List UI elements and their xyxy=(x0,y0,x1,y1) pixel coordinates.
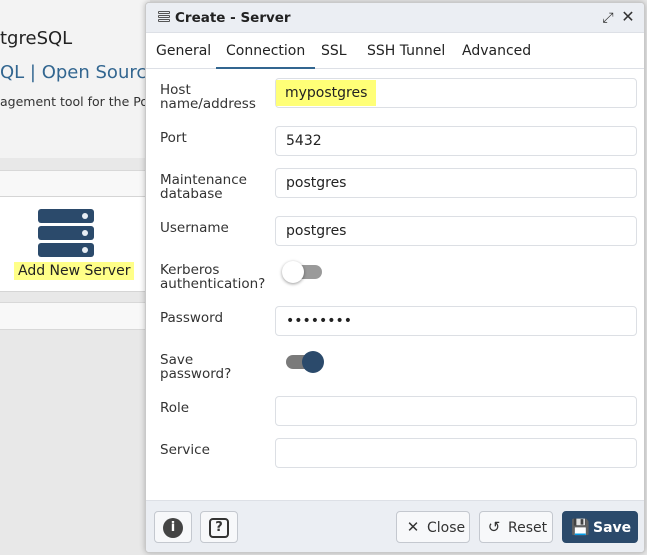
save-password-label: Save password? xyxy=(160,352,232,382)
section-header xyxy=(0,170,150,196)
maintenance-db-label: Maintenance database xyxy=(160,172,247,202)
toggle-knob xyxy=(302,351,324,373)
tab-ssl[interactable]: SSL xyxy=(321,43,347,59)
section-header xyxy=(0,302,150,330)
server-group-icon xyxy=(158,11,170,25)
welcome-subtitle: QL | Open Source xyxy=(0,62,158,83)
host-value: mypostgres xyxy=(276,80,377,106)
save-icon: 💾 xyxy=(571,518,590,536)
password-label: Password xyxy=(160,310,224,326)
tab-bar: General Connection SSL SSH Tunnel Advanc… xyxy=(146,33,644,69)
dialog-titlebar[interactable]: Create - Server ⤢ ✕ xyxy=(146,3,644,33)
dialog-footer: i ? ✕ Close ↺ Reset 💾 Save xyxy=(146,500,644,552)
save-password-toggle[interactable] xyxy=(286,351,324,373)
reset-button[interactable]: ↺ Reset xyxy=(479,511,553,543)
username-input[interactable]: postgres xyxy=(275,216,637,246)
close-icon[interactable]: ✕ xyxy=(620,9,636,25)
service-input[interactable] xyxy=(275,438,637,468)
role-label: Role xyxy=(160,400,190,416)
save-button[interactable]: 💾 Save xyxy=(562,511,638,543)
reset-icon: ↺ xyxy=(487,518,501,536)
maintenance-db-input[interactable]: postgres xyxy=(275,168,637,198)
close-icon: ✕ xyxy=(406,518,420,536)
close-button-label: Close xyxy=(427,520,466,536)
dialog-title: Create - Server xyxy=(175,10,291,26)
create-server-dialog: Create - Server ⤢ ✕ General Connection S… xyxy=(145,2,645,553)
role-input[interactable] xyxy=(275,396,637,426)
password-input[interactable]: •••••••• xyxy=(275,306,637,336)
tab-general[interactable]: General xyxy=(156,43,211,59)
toggle-knob xyxy=(282,261,304,283)
help-icon: ? xyxy=(209,518,229,538)
reset-button-label: Reset xyxy=(508,520,548,536)
tab-connection[interactable]: Connection xyxy=(215,43,316,69)
port-label: Port xyxy=(160,130,187,146)
add-new-server-link[interactable]: Add New Server xyxy=(14,262,135,280)
port-input[interactable]: 5432 xyxy=(275,126,637,156)
kerberos-label: Kerberos authentication? xyxy=(160,262,266,292)
close-button[interactable]: ✕ Close xyxy=(396,511,470,543)
maximize-icon[interactable]: ⤢ xyxy=(600,10,616,26)
server-icon[interactable] xyxy=(38,209,94,260)
welcome-title: tgreSQL xyxy=(0,28,73,49)
host-label: Host name/address xyxy=(160,82,256,112)
kerberos-toggle[interactable] xyxy=(282,261,322,283)
tab-ssh-tunnel[interactable]: SSH Tunnel xyxy=(367,43,445,59)
tab-advanced[interactable]: Advanced xyxy=(462,43,531,59)
welcome-description: agement tool for the Po xyxy=(0,94,148,109)
help-button[interactable]: ? xyxy=(200,511,238,543)
username-label: Username xyxy=(160,220,229,236)
info-button[interactable]: i xyxy=(154,511,192,543)
save-button-label: Save xyxy=(593,520,632,536)
host-input[interactable]: mypostgres xyxy=(275,78,637,108)
service-label: Service xyxy=(160,442,210,458)
info-icon: i xyxy=(163,518,183,538)
